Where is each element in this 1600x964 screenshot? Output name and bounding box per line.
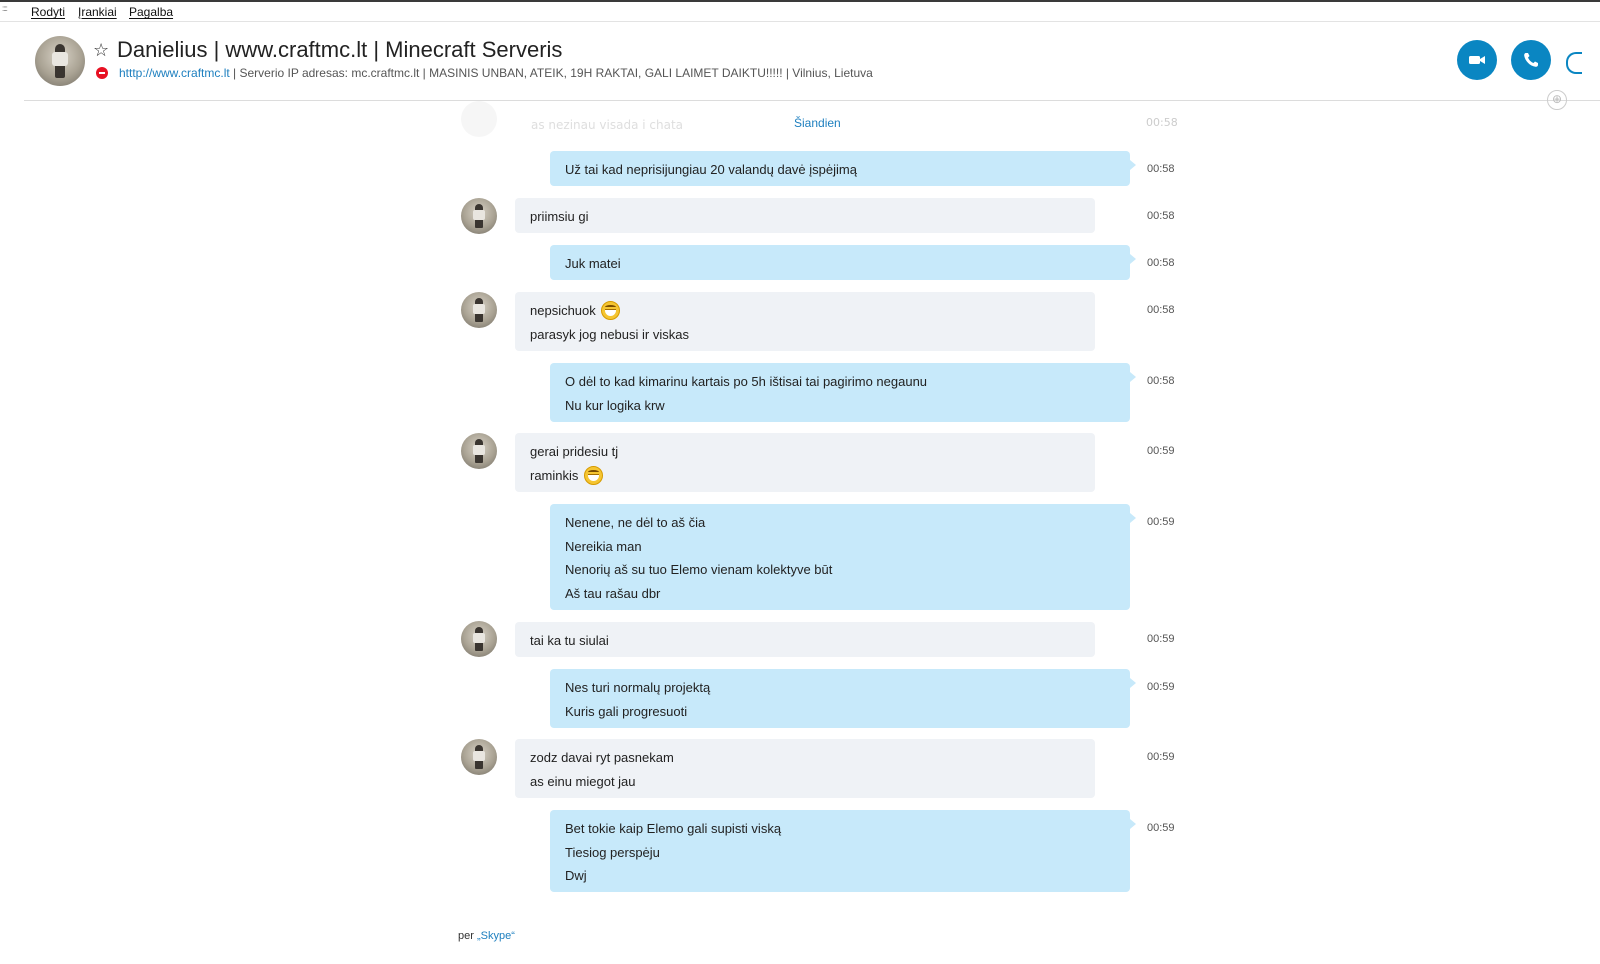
message-text: Nenorių aš su tuo Elemo vienam kolektyve… xyxy=(565,562,833,577)
message-text: zodz davai ryt pasnekam xyxy=(530,750,674,765)
message-time: 00:59 xyxy=(1147,822,1175,834)
menu-grip: :::: xyxy=(2,4,8,13)
add-participant-button[interactable] xyxy=(1566,52,1582,74)
video-call-button[interactable] xyxy=(1457,40,1497,80)
message-text: Bet tokie kaip Elemo gali supisti viską xyxy=(565,821,782,836)
menu-bar: :::: Rodyti Įrankiai Pagalba xyxy=(0,0,1600,22)
message-time: 00:59 xyxy=(1147,633,1175,645)
message-time: 00:59 xyxy=(1147,751,1175,763)
message-text: Aš tau rašau dbr xyxy=(565,585,661,601)
avatar[interactable] xyxy=(461,433,497,469)
incoming-message[interactable]: tai ka tu siulai xyxy=(515,622,1095,657)
contact-avatar[interactable] xyxy=(35,36,85,86)
favorite-star-icon[interactable]: ☆ xyxy=(93,40,109,61)
incoming-message[interactable]: zodz davai ryt pasnekam as einu miegot j… xyxy=(515,739,1095,798)
message-time: 00:58 xyxy=(1147,304,1175,316)
message-list[interactable]: as nezinau visada i chata 00:58 Šiandien… xyxy=(0,101,1600,964)
outgoing-message[interactable]: Nes turi normalų projektą Kuris gali pro… xyxy=(550,669,1136,728)
date-separator: Šiandien xyxy=(794,116,841,130)
message-time: 00:58 xyxy=(1147,257,1175,269)
grin-emoji-icon xyxy=(584,465,604,485)
message-text: priimsiu gi xyxy=(530,209,589,224)
outgoing-message[interactable]: Bet tokie kaip Elemo gali supisti viską … xyxy=(550,810,1136,892)
message-time: 00:59 xyxy=(1147,681,1175,693)
outgoing-message[interactable]: O dėl to kad kimarinu kartais po 5h išti… xyxy=(550,363,1136,422)
menu-help[interactable]: Pagalba xyxy=(129,5,173,19)
message-time: 00:58 xyxy=(1147,163,1175,175)
menu-view[interactable]: Rodyti xyxy=(31,5,65,19)
avatar[interactable] xyxy=(461,198,497,234)
message-text: Dwj xyxy=(565,868,587,883)
message-text: Kuris gali progresuoti xyxy=(565,703,688,719)
via-skype-note: per „Skype“ xyxy=(458,930,515,942)
message-time: 00:59 xyxy=(1147,445,1175,457)
message-text: Nu kur logika krw xyxy=(565,397,665,413)
message-text: O dėl to kad kimarinu kartais po 5h išti… xyxy=(565,374,928,389)
outgoing-message[interactable]: Juk matei xyxy=(550,245,1136,280)
mood-link[interactable]: htttp://www.craftmc.lt xyxy=(119,66,230,80)
message-text: Nenene, ne dėl to aš čia xyxy=(565,515,706,530)
message-text: Juk matei xyxy=(565,256,621,271)
menu-tools[interactable]: Įrankiai xyxy=(78,5,117,19)
conversation-header: ☆ Danielius | www.craftmc.lt | Minecraft… xyxy=(24,22,1600,101)
message-text: Nereikia man xyxy=(565,538,642,554)
outgoing-message[interactable]: Už tai kad neprisijungiau 20 valandų dav… xyxy=(550,151,1136,186)
phone-icon xyxy=(1524,53,1538,67)
message-time: 00:59 xyxy=(1147,516,1175,528)
message-time: 00:58 xyxy=(1147,375,1175,387)
mood-text: | Serverio IP adresas: mc.craftmc.lt | M… xyxy=(229,66,873,80)
message-text: tai ka tu siulai xyxy=(530,633,609,648)
message-text: Nes turi normalų projektą xyxy=(565,680,711,695)
contact-name[interactable]: Danielius | www.craftmc.lt | Minecraft S… xyxy=(117,37,562,63)
outgoing-message[interactable]: Nenene, ne dėl to aš čia Nereikia man Ne… xyxy=(550,504,1136,610)
avatar xyxy=(461,101,497,137)
status-do-not-disturb-icon xyxy=(96,67,108,79)
message-time: 00:58 xyxy=(1147,210,1175,222)
message-text: Už tai kad neprisijungiau 20 valandų dav… xyxy=(565,162,857,177)
incoming-message[interactable]: gerai pridesiu tj raminkis xyxy=(515,433,1095,492)
video-camera-icon xyxy=(1469,56,1485,64)
grin-emoji-icon xyxy=(601,301,621,320)
message-text: parasyk jog nebusi ir viskas xyxy=(530,326,689,342)
message-text: gerai pridesiu tj xyxy=(530,444,619,459)
message-text: as einu miegot jau xyxy=(530,773,636,789)
skype-link[interactable]: „Skype“ xyxy=(477,930,515,942)
message-text: Tiesiog perspėju xyxy=(565,844,660,860)
mood-message: htttp://www.craftmc.lt | Serverio IP adr… xyxy=(119,66,873,80)
incoming-message[interactable]: priimsiu gi xyxy=(515,198,1095,233)
avatar[interactable] xyxy=(461,292,497,328)
incoming-message[interactable]: nepsichuok parasyk jog nebusi ir viskas xyxy=(515,292,1095,351)
message-text: raminkis xyxy=(530,467,579,483)
avatar[interactable] xyxy=(461,739,497,775)
avatar[interactable] xyxy=(461,621,497,657)
message-text: nepsichuok xyxy=(530,303,596,318)
message-time: 00:58 xyxy=(1146,116,1178,129)
audio-call-button[interactable] xyxy=(1511,40,1551,80)
